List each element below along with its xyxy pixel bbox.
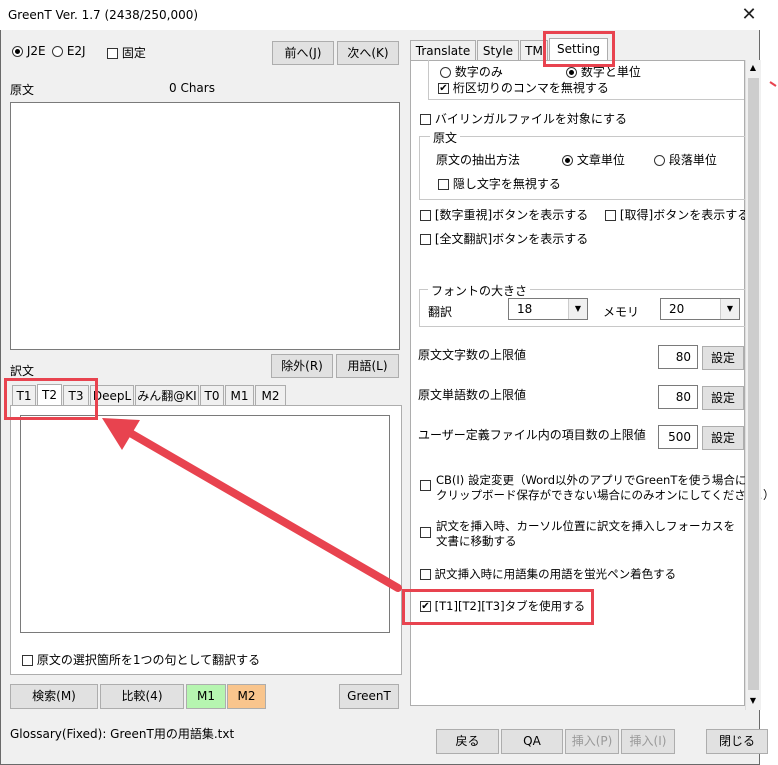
- red-arrow-icon: [102, 81, 777, 592]
